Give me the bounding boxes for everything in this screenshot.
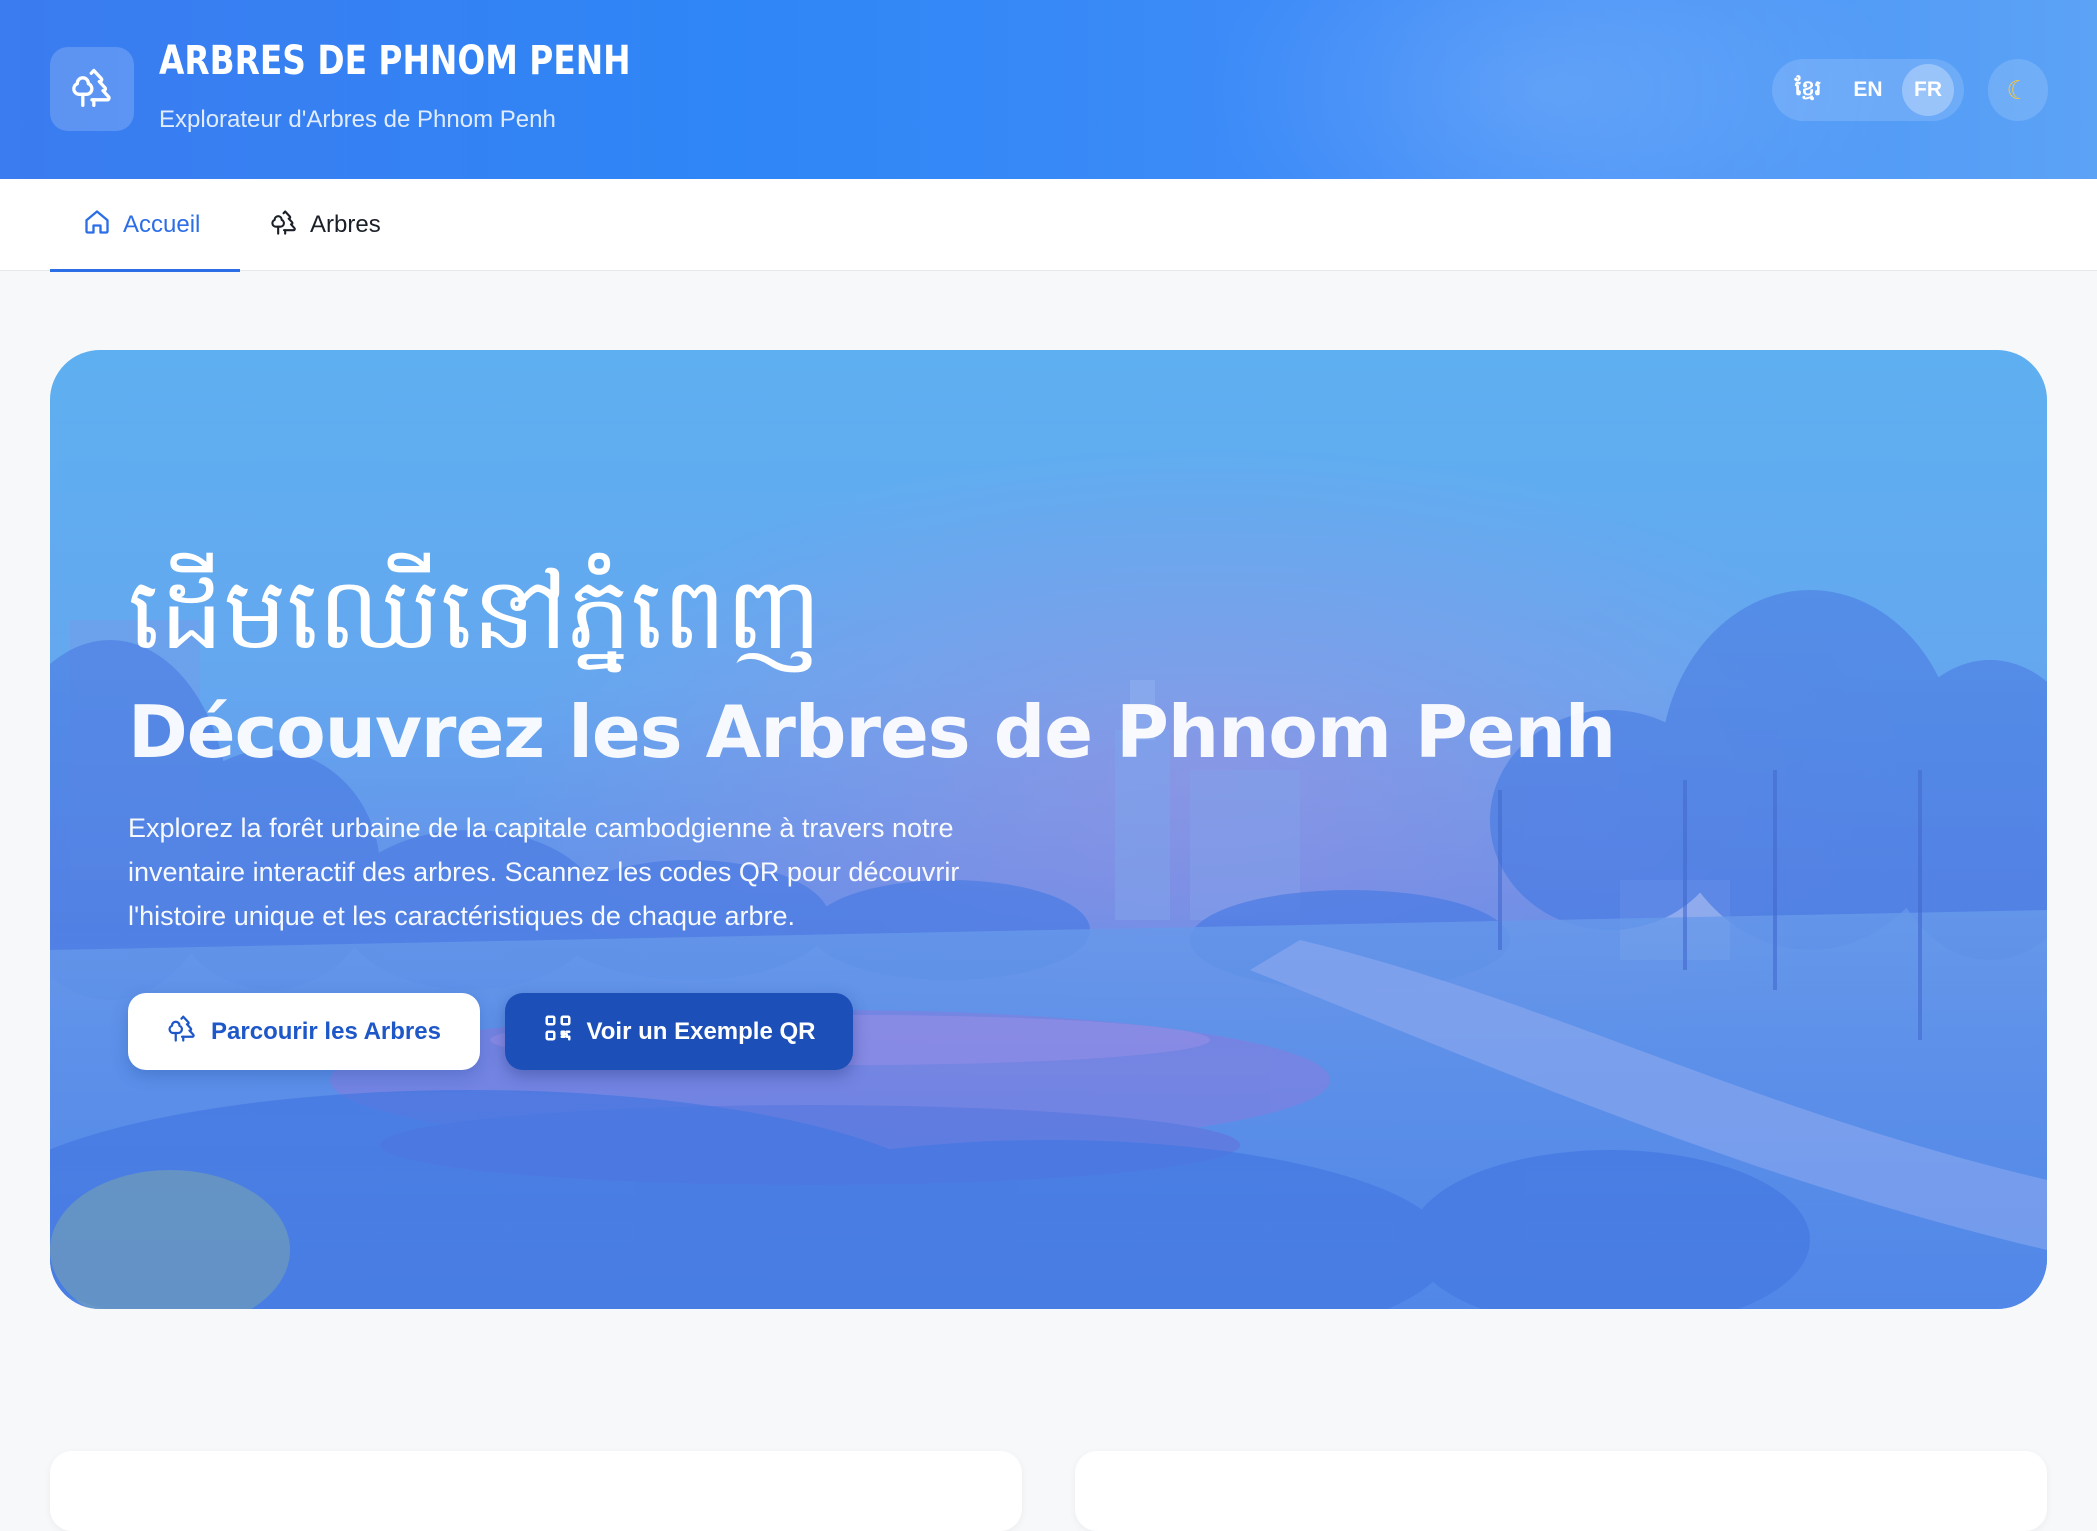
hero-title: Découvrez les Arbres de Phnom Penh — [128, 690, 1616, 774]
tab-accueil[interactable]: Accueil — [50, 179, 240, 272]
hero-description: Explorez la forêt urbaine de la capitale… — [128, 813, 960, 931]
browse-trees-label: Parcourir les Arbres — [211, 1017, 441, 1045]
view-qr-example-button[interactable]: Voir un Exemple QR — [505, 993, 853, 1070]
app-subtitle: Explorateur d'Arbres de Phnom Penh — [159, 106, 556, 133]
tree-icon — [167, 1013, 197, 1050]
qr-code-icon — [543, 1013, 573, 1050]
home-icon — [83, 208, 111, 243]
theme-toggle-button[interactable]: ☾ — [1988, 59, 2048, 121]
tree-icon — [70, 65, 114, 114]
app-title: ARBRES DE PHNOM PENH — [159, 38, 631, 84]
moon-icon: ☾ — [2006, 74, 2030, 105]
lang-button-en[interactable]: EN — [1842, 64, 1894, 116]
main-nav: Accueil Arbres — [0, 179, 2097, 272]
hero-banner: ដើមឈើនៅភ្នំពេញ Découvrez les Arbres de P… — [50, 350, 2047, 1309]
browse-trees-button[interactable]: Parcourir les Arbres — [128, 993, 480, 1070]
tree-icon — [270, 208, 298, 243]
tab-arbres[interactable]: Arbres — [270, 179, 381, 271]
lang-button-fr[interactable]: FR — [1902, 64, 1954, 116]
view-qr-example-label: Voir un Exemple QR — [586, 1017, 816, 1045]
tab-label: Arbres — [310, 211, 381, 238]
feature-card-right — [1075, 1451, 2047, 1531]
tab-label: Accueil — [123, 211, 201, 238]
app-logo[interactable] — [50, 47, 134, 131]
app-header: ARBRES DE PHNOM PENH Explorateur d'Arbre… — [0, 0, 2097, 179]
language-switcher: ខ្មែរ EN FR — [1772, 59, 1964, 121]
feature-card-left — [50, 1451, 1022, 1531]
lang-button-km[interactable]: ខ្មែរ — [1782, 64, 1834, 116]
hero-khmer-title: ដើមឈើនៅភ្នំពេញ — [128, 555, 822, 672]
